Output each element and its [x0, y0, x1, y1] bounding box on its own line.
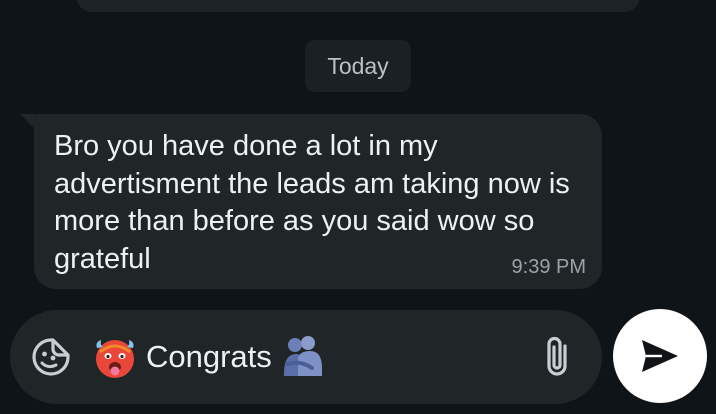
- incoming-message-bubble[interactable]: Bro you have done a lot in my advertisme…: [34, 114, 602, 289]
- paperclip-icon[interactable]: [538, 334, 578, 380]
- message-timestamp: 9:39 PM: [511, 256, 586, 278]
- chat-screen: Today Bro you have done a lot in my adve…: [0, 0, 716, 414]
- date-separator: Today: [305, 40, 411, 92]
- message-text: Bro you have done a lot in my advertisme…: [54, 130, 570, 275]
- people-hugging-emoji: [283, 336, 322, 376]
- hot-face-emoji: [96, 340, 134, 378]
- sticker-icon[interactable]: [30, 336, 72, 378]
- send-button[interactable]: [613, 309, 707, 403]
- send-icon: [642, 340, 678, 372]
- message-input[interactable]: Congrats: [92, 330, 512, 384]
- previous-message-bubble[interactable]: [76, 0, 640, 12]
- composer-text: Congrats: [146, 339, 272, 374]
- message-composer: Congrats: [10, 310, 602, 404]
